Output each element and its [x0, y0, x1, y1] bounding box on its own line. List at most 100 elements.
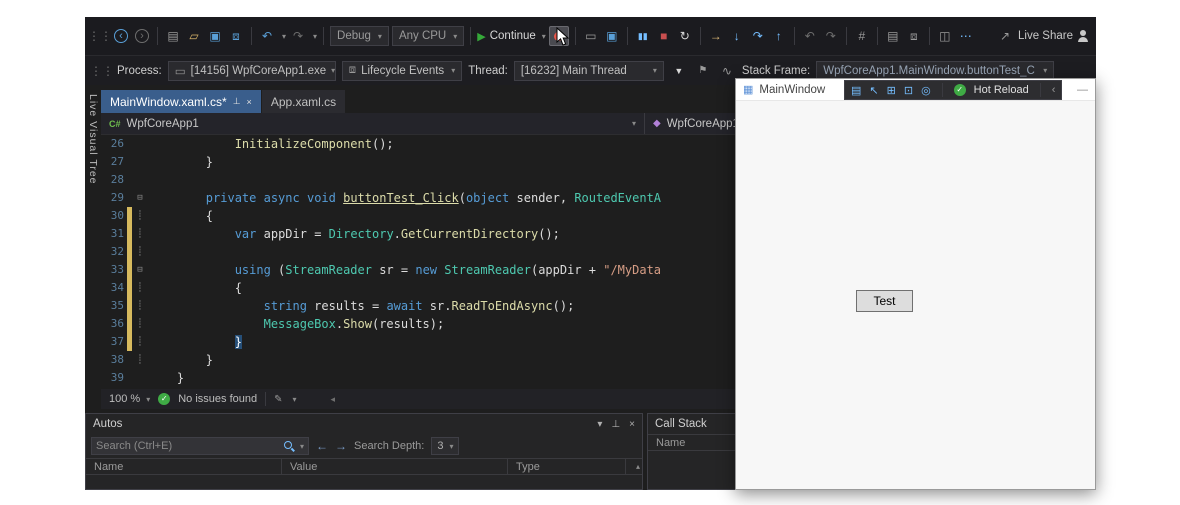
tab-app-xaml-cs[interactable]: App.xaml.cs	[262, 90, 345, 113]
process-select[interactable]: ▭ [14156] WpfCoreApp1.exe ▾	[168, 61, 336, 81]
navigate-backward-icon[interactable]: ‹	[114, 29, 128, 43]
line-number[interactable]: 31	[101, 225, 127, 243]
account-icon[interactable]	[1076, 29, 1090, 43]
line-number[interactable]: 36	[101, 315, 127, 333]
line-number[interactable]: 37	[101, 333, 127, 351]
search-input[interactable]	[96, 440, 280, 452]
binding-failures-icon[interactable]: ◎	[921, 84, 931, 97]
autos-header[interactable]: Autos ▾ ⊥ ×	[86, 414, 642, 434]
step-into-icon[interactable]: ↓	[728, 26, 746, 46]
open-file-icon[interactable]: ▱	[185, 26, 203, 46]
search-forward-icon[interactable]: →	[335, 439, 347, 453]
search-depth-select[interactable]: 3 ▾	[431, 437, 459, 455]
code-text: {	[148, 279, 242, 297]
hot-reload-label[interactable]: Hot Reload	[974, 84, 1029, 96]
output-window-icon[interactable]: ⧈	[905, 26, 923, 46]
stop-debugging-icon[interactable]: ■	[655, 26, 673, 46]
drag-handle-icon[interactable]: ⋮⋮	[93, 61, 111, 81]
navigate-forward-icon[interactable]: ›	[135, 29, 149, 43]
navigate-forward-small-icon[interactable]: ↷	[822, 26, 840, 46]
app-window-mainwindow[interactable]: ▦ MainWindow — ▤ ↖ ⊞ ⊡ ◎ ✓ Hot Reload ‹ …	[735, 78, 1096, 490]
column-header-name[interactable]: Name	[86, 459, 282, 474]
toolbar-separator	[942, 83, 943, 97]
pin-icon[interactable]: ⊥	[611, 419, 620, 430]
live-visual-tree-side-tab[interactable]: Live Visual Tree	[85, 90, 101, 410]
scroll-left-icon[interactable]: ◂	[331, 394, 336, 405]
line-number[interactable]: 34	[101, 279, 127, 297]
column-header-type[interactable]: Type	[508, 459, 626, 474]
save-icon[interactable]: ▣	[206, 26, 224, 46]
toolbar-overflow-icon[interactable]: ⋯	[957, 26, 975, 46]
continue-button[interactable]: ▶ Continue ▾	[477, 30, 546, 43]
select-element-icon[interactable]: ↖	[869, 84, 878, 97]
save-all-icon[interactable]: ⧈	[227, 26, 245, 46]
thread-select[interactable]: [16232] Main Thread ▾	[514, 61, 664, 81]
chevron-down-icon: ▾	[1043, 66, 1047, 75]
search-box[interactable]: ▾	[91, 437, 309, 455]
line-number[interactable]: 29	[101, 189, 127, 207]
line-number[interactable]: 32	[101, 243, 127, 261]
live-visual-tree-label: Live Visual Tree	[87, 94, 99, 185]
camera-icon[interactable]: ▣	[603, 26, 621, 46]
drag-handle-icon[interactable]: ⋮⋮	[91, 26, 109, 46]
undo-button[interactable]: ↶ ▾	[258, 26, 286, 46]
code-text: }	[148, 369, 184, 387]
watch-window-icon[interactable]: ◫	[936, 26, 954, 46]
close-icon[interactable]: ×	[247, 97, 252, 107]
column-header-value[interactable]: Value	[282, 459, 508, 474]
issues-status[interactable]: No issues found	[178, 393, 257, 405]
display-adorners-icon[interactable]: ⊞	[887, 84, 896, 97]
suspend-threads-icon[interactable]: ∿	[718, 61, 736, 81]
close-icon[interactable]: ×	[629, 419, 635, 430]
project-dropdown[interactable]: C# WpfCoreApp1 ▾	[101, 113, 645, 134]
collapse-region-icon[interactable]: ⊟	[132, 261, 148, 279]
search-depth-value: 3	[437, 440, 443, 452]
code-text: }	[148, 153, 213, 171]
line-number[interactable]: 30	[101, 207, 127, 225]
line-number[interactable]: 33	[101, 261, 127, 279]
zoom-select[interactable]: 100 % ▾	[109, 393, 150, 405]
class-icon: ◆	[653, 118, 661, 129]
lifecycle-events-button[interactable]: ⧈ Lifecycle Events ▾	[342, 61, 462, 81]
break-all-icon[interactable]: ▮▮	[634, 26, 652, 46]
debug-configuration-value: Debug	[337, 30, 371, 42]
line-number[interactable]: 39	[101, 369, 127, 387]
pencil-icon[interactable]: ✎	[274, 394, 282, 405]
line-number[interactable]: 38	[101, 351, 127, 369]
scroll-up-icon[interactable]: ▴	[626, 459, 642, 474]
tab-mainwindow-xaml-cs[interactable]: MainWindow.xaml.cs* ⊥ ×	[101, 90, 261, 113]
minimize-icon[interactable]: —	[1077, 84, 1088, 96]
redo-button[interactable]: ↷ ▾	[289, 26, 317, 46]
navigate-back-small-icon[interactable]: ↶	[801, 26, 819, 46]
step-out-icon[interactable]: ↑	[770, 26, 788, 46]
collapse-region-icon[interactable]: ⊟	[132, 189, 148, 207]
flag-threads-icon[interactable]: ⚑	[694, 61, 712, 81]
search-back-icon[interactable]: ←	[316, 439, 328, 453]
collapse-toolbar-icon[interactable]: ‹	[1052, 84, 1056, 96]
new-item-icon[interactable]: ▤	[164, 26, 182, 46]
toolbar-separator	[846, 27, 847, 45]
filter-threads-icon[interactable]: ▼	[670, 61, 688, 81]
line-number[interactable]: 35	[101, 297, 127, 315]
test-button[interactable]: Test	[856, 290, 913, 312]
chevron-down-icon: ▾	[453, 32, 457, 41]
show-next-statement-icon[interactable]: →	[707, 26, 725, 46]
restart-icon[interactable]: ↻	[676, 26, 694, 46]
pin-icon[interactable]: ⊥	[233, 96, 241, 107]
chevron-down-icon: ▾	[331, 66, 335, 75]
breakpoints-window-icon[interactable]: ▤	[884, 26, 902, 46]
tab-label: App.xaml.cs	[271, 95, 336, 109]
track-focus-icon[interactable]: ⊡	[904, 84, 913, 97]
window-icon[interactable]: ▭	[582, 26, 600, 46]
live-visual-tree-icon[interactable]: ▤	[851, 84, 861, 97]
platform-select[interactable]: Any CPU ▾	[392, 26, 464, 46]
panel-menu-icon[interactable]: ▾	[597, 419, 602, 430]
line-number[interactable]: 26	[101, 135, 127, 153]
line-number[interactable]: 28	[101, 171, 127, 189]
line-number[interactable]: 27	[101, 153, 127, 171]
debug-configuration-select[interactable]: Debug ▾	[330, 26, 389, 46]
search-icon[interactable]	[283, 440, 295, 452]
step-over-icon[interactable]: ↷	[749, 26, 767, 46]
show-threads-icon[interactable]: #	[853, 26, 871, 46]
live-share-button[interactable]: ↗ Live Share	[996, 26, 1073, 46]
